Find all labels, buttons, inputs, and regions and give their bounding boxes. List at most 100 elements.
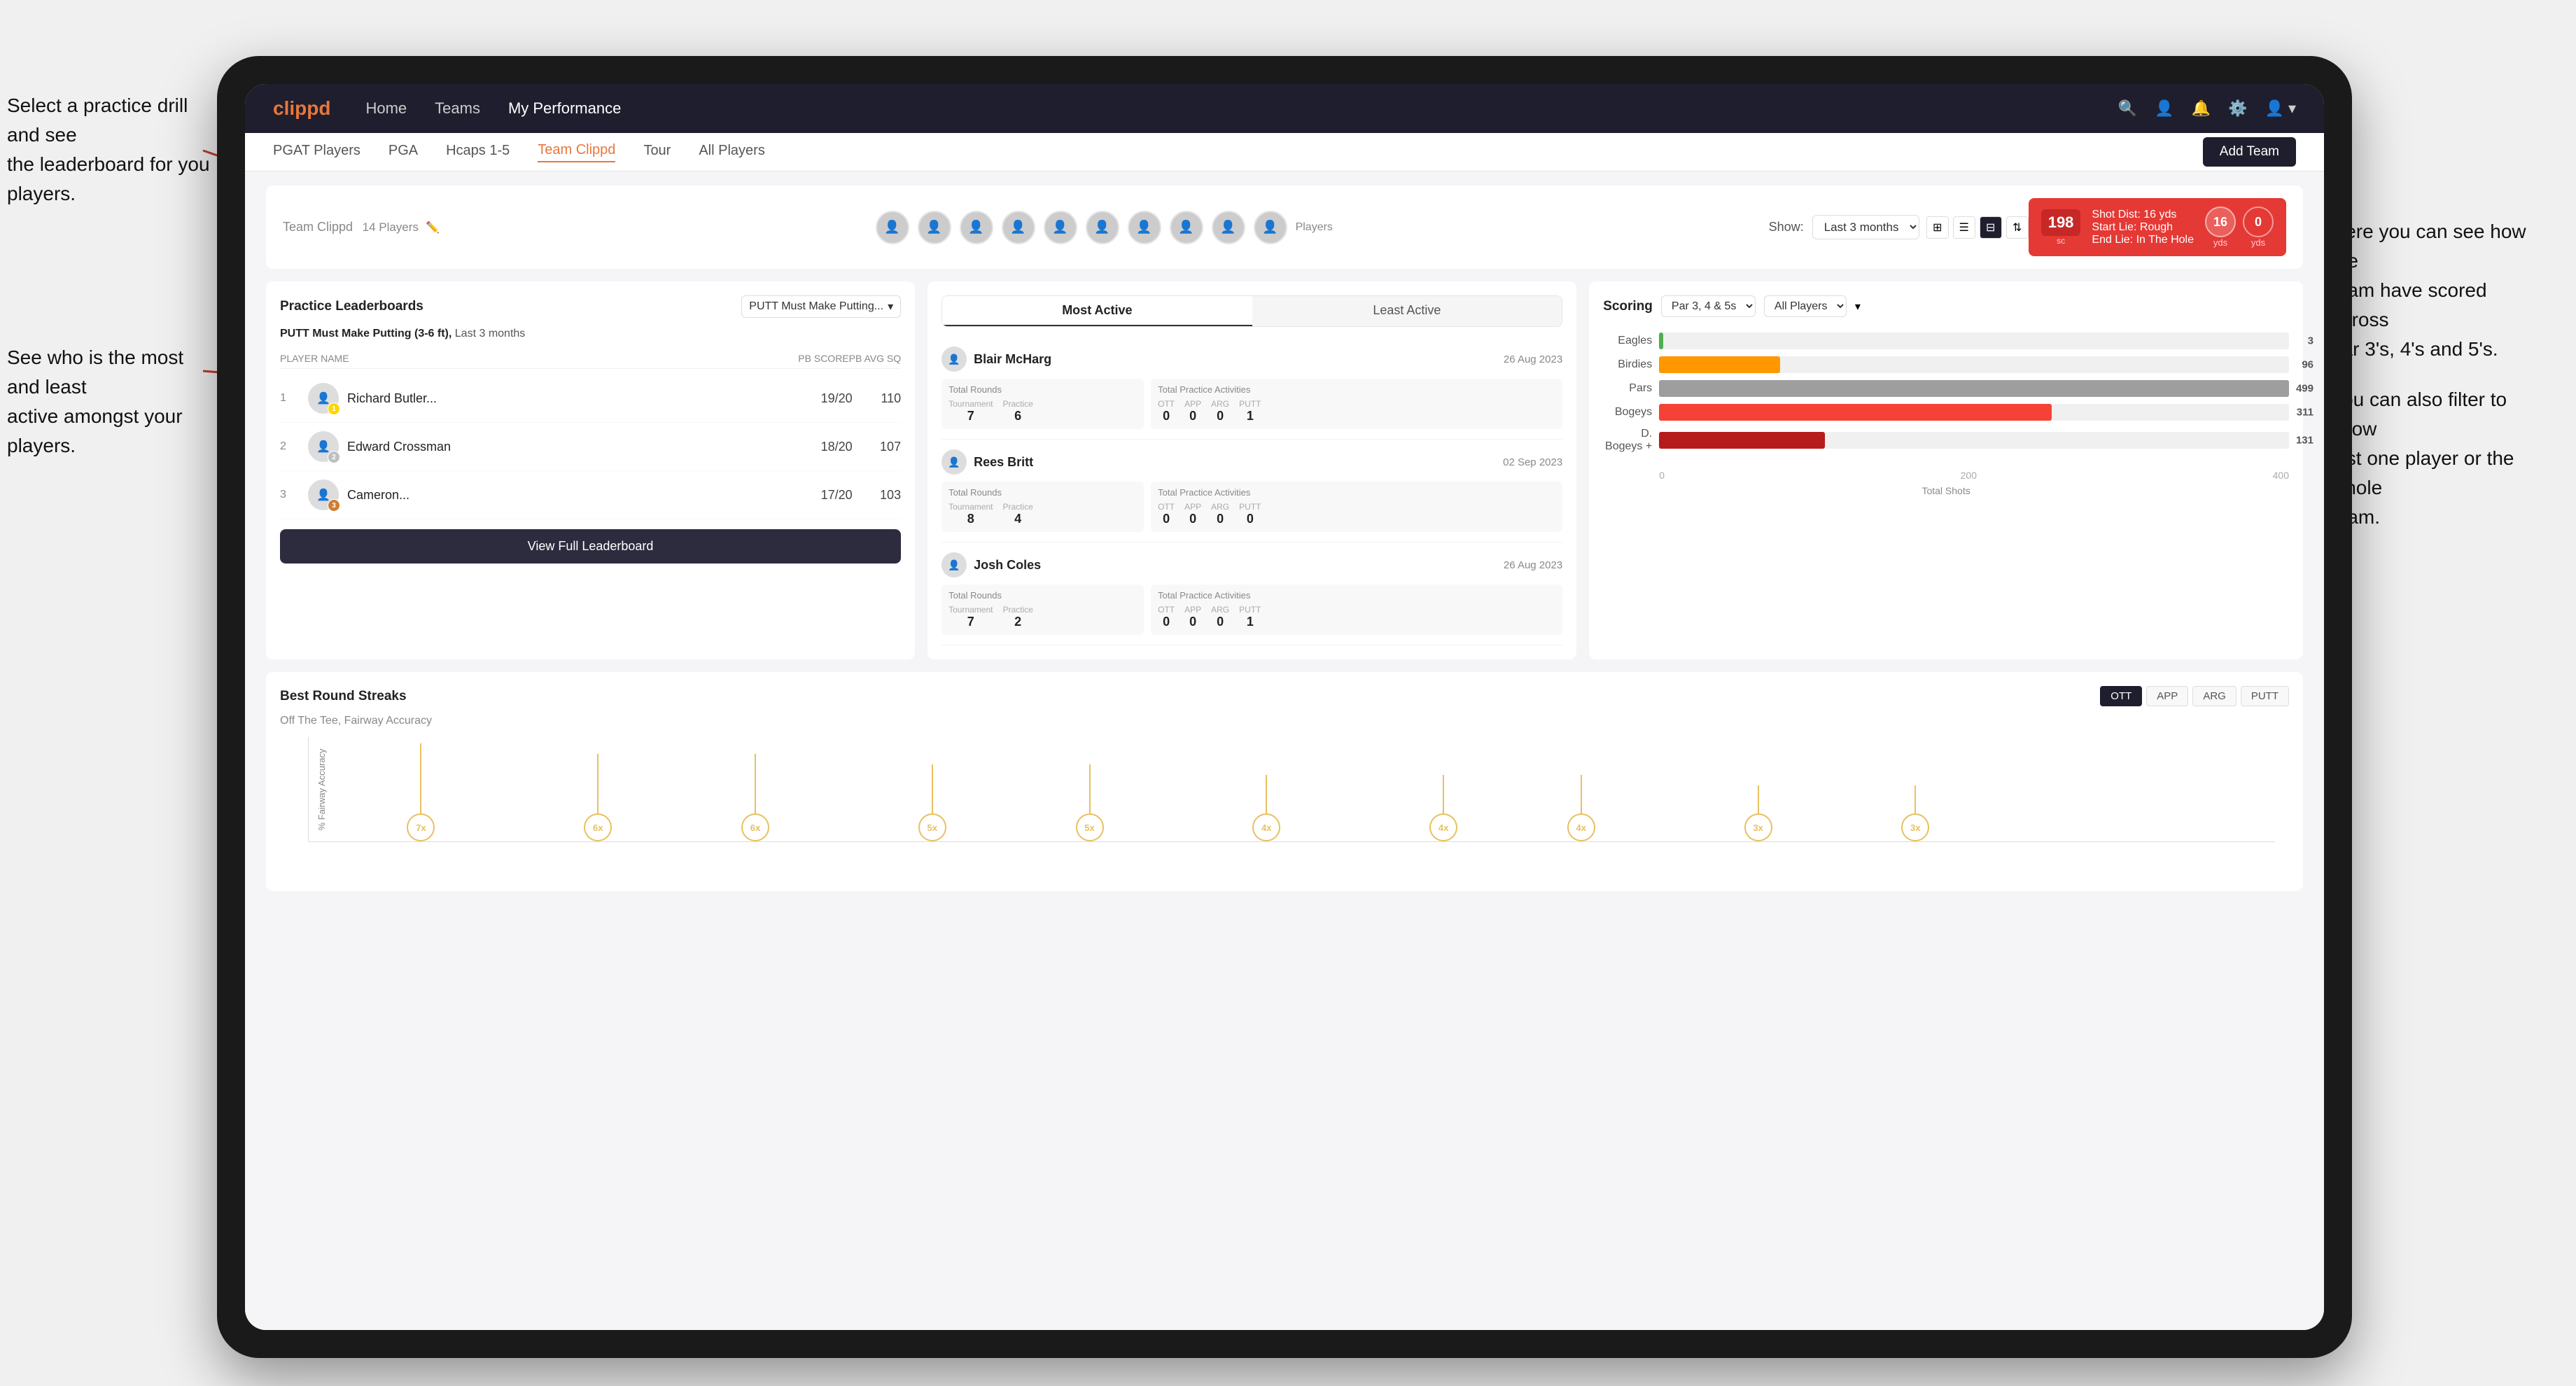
drill-select[interactable]: PUTT Must Make Putting... ▾ — [741, 295, 901, 318]
shot-circle-2: 0 — [2243, 206, 2274, 237]
bar-label: Pars — [1603, 382, 1652, 395]
streak-dot: 7x — [407, 743, 435, 841]
avatar: 👤 — [1128, 211, 1161, 244]
streak-tab-arg[interactable]: ARG — [2192, 686, 2236, 706]
leaderboard-subtitle: PUTT Must Make Putting (3-6 ft), Last 3 … — [280, 328, 901, 340]
shot-start: Start Lie: Rough — [2092, 221, 2194, 234]
show-label: Show: — [1769, 220, 1804, 234]
annotation-top-left: Select a practice drill and seethe leade… — [7, 91, 210, 209]
pa-name: Rees Britt — [974, 455, 1496, 470]
subnav-all-players[interactable]: All Players — [699, 143, 764, 162]
streak-dot: 5x — [1076, 764, 1104, 841]
pa-name: Josh Coles — [974, 558, 1497, 573]
main-content: Team Clippd 14 Players ✏️ 👤 👤 👤 👤 👤 👤 👤 … — [245, 172, 2324, 1330]
edit-icon[interactable]: ✏️ — [426, 220, 440, 234]
profile-icon[interactable]: 👤 ▾ — [2264, 99, 2296, 118]
streak-dot: 6x — [584, 754, 612, 841]
avatar: 👤 — [960, 211, 993, 244]
bar-fill — [1659, 432, 1825, 449]
bronze-badge: 3 — [328, 499, 340, 512]
bar-value: 311 — [2297, 407, 2314, 419]
scoring-player-filter[interactable]: All Players — [1764, 295, 1847, 317]
team-avatars: 👤 👤 👤 👤 👤 👤 👤 👤 👤 👤 Players — [440, 211, 1769, 244]
players-label: Players — [1296, 221, 1333, 234]
streak-tab-app[interactable]: APP — [2146, 686, 2188, 706]
lb-rank: 2 — [280, 440, 300, 453]
settings-icon[interactable]: ⚙️ — [2228, 99, 2247, 118]
avatar: 👤 — [1002, 211, 1035, 244]
lb-avg: 107 — [866, 440, 901, 454]
pa-stats: Total Rounds Tournament 8 Practice 4 — [941, 482, 1562, 532]
shot-circle-1: 16 — [2205, 206, 2236, 237]
streaks-subtitle: Off The Tee, Fairway Accuracy — [280, 715, 2289, 727]
streaks-header: Best Round Streaks OTT APP ARG PUTT — [280, 686, 2289, 706]
card-view-button[interactable]: ⊟ — [1980, 216, 2002, 239]
subnav-team-clippd[interactable]: Team Clippd — [538, 142, 615, 162]
shot-unit: sc — [2057, 236, 2065, 246]
activity-tabs: Most Active Least Active — [941, 295, 1562, 327]
pa-total-rounds: Total Rounds Tournament 7 Practice 2 — [941, 584, 1144, 635]
subnav-pga[interactable]: PGA — [388, 143, 418, 162]
team-header: Team Clippd 14 Players ✏️ 👤 👤 👤 👤 👤 👤 👤 … — [266, 186, 2303, 269]
pa-practice-activities: Total Practice Activities OTT 0 APP 0 — [1151, 584, 1562, 635]
streak-dot: 4x — [1567, 775, 1595, 841]
pa-avatar: 👤 — [941, 552, 967, 578]
leaderboard-card: Practice Leaderboards PUTT Must Make Put… — [266, 281, 915, 659]
lb-avatar: 👤 2 — [308, 431, 339, 462]
bar-value: 499 — [2296, 383, 2314, 395]
pa-name: Blair McHarg — [974, 352, 1497, 367]
subnav-hcaps[interactable]: Hcaps 1-5 — [446, 143, 510, 162]
view-full-leaderboard-button[interactable]: View Full Leaderboard — [280, 529, 901, 564]
grid-view-button[interactable]: ⊞ — [1926, 216, 1949, 239]
top-nav: clippd Home Teams My Performance 🔍 👤 🔔 ⚙… — [245, 84, 2324, 133]
lb-name: Cameron... — [347, 488, 807, 503]
least-active-tab[interactable]: Least Active — [1252, 296, 1562, 326]
pa-stats: Total Rounds Tournament 7 Practice 2 — [941, 584, 1562, 635]
pa-practice-activities: Total Practice Activities OTT 0 APP 0 — [1151, 482, 1562, 532]
chevron-down-icon: ▾ — [1855, 300, 1861, 314]
logo: clippd — [273, 97, 330, 120]
lb-avatar: 👤 1 — [308, 383, 339, 414]
pa-total-rounds: Total Rounds Tournament 8 Practice 4 — [941, 482, 1144, 532]
streak-chart: % Fairway Accuracy 7x 6x — [280, 737, 2289, 877]
activity-card: Most Active Least Active 👤 Blair McHarg … — [927, 281, 1576, 659]
add-team-button[interactable]: Add Team — [2203, 137, 2296, 167]
chart-x-axis: 0 200 400 — [1603, 470, 2289, 481]
most-active-tab[interactable]: Most Active — [942, 296, 1252, 326]
user-icon[interactable]: 👤 — [2155, 99, 2174, 118]
bell-icon[interactable]: 🔔 — [2192, 99, 2211, 118]
nav-icons: 🔍 👤 🔔 ⚙️ 👤 ▾ — [2118, 99, 2296, 118]
bar-value: 3 — [2308, 335, 2314, 347]
bar-label: D. Bogeys + — [1603, 428, 1652, 453]
lb-row: 1 👤 1 Richard Butler... 19/20 110 — [280, 374, 901, 423]
gold-badge: 1 — [328, 402, 340, 415]
nav-teams[interactable]: Teams — [435, 99, 480, 118]
shot-dist: Shot Dist: 16 yds — [2092, 209, 2194, 221]
nav-home[interactable]: Home — [365, 99, 407, 118]
streak-tab-putt[interactable]: PUTT — [2241, 686, 2289, 706]
subnav-pgat[interactable]: PGAT Players — [273, 143, 360, 162]
search-icon[interactable]: 🔍 — [2118, 99, 2137, 118]
lb-score: 17/20 — [816, 488, 858, 503]
avatar: 👤 — [1044, 211, 1077, 244]
subnav-tour[interactable]: Tour — [643, 143, 671, 162]
sub-nav: PGAT Players PGA Hcaps 1-5 Team Clippd T… — [245, 133, 2324, 172]
streak-tab-ott[interactable]: OTT — [2100, 686, 2142, 706]
streaks-tabs: OTT APP ARG PUTT — [2100, 686, 2289, 706]
tablet-screen: clippd Home Teams My Performance 🔍 👤 🔔 ⚙… — [245, 84, 2324, 1330]
bar-label: Eagles — [1603, 335, 1652, 347]
bar-row-pars: Pars 499 — [1603, 380, 2289, 397]
pa-practice-activities: Total Practice Activities OTT 0 APP 0 — [1151, 379, 1562, 429]
bar-row-birdies: Birdies 96 — [1603, 356, 2289, 373]
annotation-right-bottom: You can also filter to showjust one play… — [2331, 385, 2548, 532]
annotation-bottom-left: See who is the most and leastactive amon… — [7, 343, 210, 461]
pa-avatar: 👤 — [941, 449, 967, 475]
player-activity-row: 👤 Rees Britt 02 Sep 2023 Total Rounds To… — [941, 440, 1562, 542]
streak-dot: 4x — [1252, 775, 1280, 841]
sort-button[interactable]: ⇅ — [2006, 216, 2029, 239]
nav-myperformance[interactable]: My Performance — [508, 99, 621, 118]
pa-date: 26 Aug 2023 — [1504, 354, 1562, 365]
table-view-button[interactable]: ☰ — [1953, 216, 1975, 239]
scoring-par-filter[interactable]: Par 3, 4 & 5s — [1661, 295, 1756, 317]
period-select[interactable]: Last 3 months — [1812, 215, 1919, 239]
